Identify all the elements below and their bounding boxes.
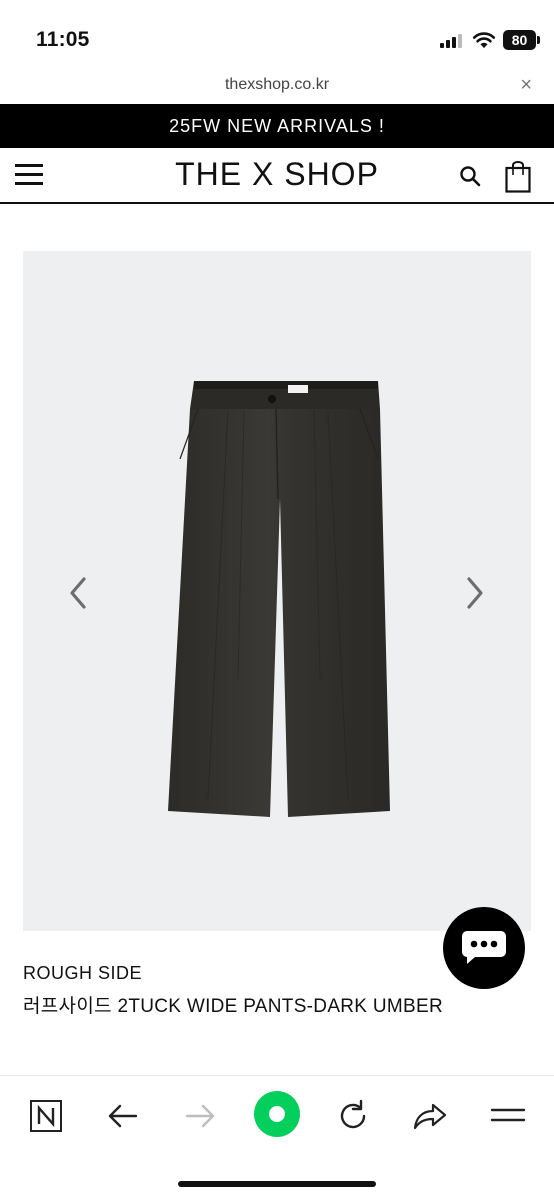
search-icon[interactable]: [459, 165, 481, 187]
next-image-arrow-icon[interactable]: [463, 575, 487, 611]
battery-icon: 80: [503, 30, 540, 50]
back-icon[interactable]: [103, 1096, 143, 1136]
product-name[interactable]: 러프사이드 2TUCK WIDE PANTS-DARK UMBER: [23, 991, 443, 1018]
forward-icon: [185, 1104, 215, 1128]
chat-button[interactable]: [443, 907, 525, 989]
url-text[interactable]: thexshop.co.kr: [0, 76, 554, 94]
green-dot-icon[interactable]: [254, 1091, 300, 1137]
home-indicator: [178, 1181, 376, 1187]
product-image[interactable]: [23, 251, 531, 931]
menu-icon[interactable]: [488, 1096, 528, 1136]
product-pants-image: [168, 381, 390, 817]
chat-bubble-icon: [462, 931, 506, 964]
status-bar: 11:05 80: [0, 0, 554, 70]
previous-image-arrow-icon[interactable]: [66, 575, 90, 611]
browser-url-bar[interactable]: thexshop.co.kr ×: [0, 70, 554, 104]
shopping-bag-icon[interactable]: [505, 161, 531, 193]
close-icon[interactable]: ×: [520, 74, 532, 97]
wifi-icon: [472, 32, 496, 48]
site-header: THE X SHOP: [0, 148, 554, 204]
refresh-icon[interactable]: [333, 1096, 373, 1136]
announcement-banner[interactable]: 25FW NEW ARRIVALS !: [0, 104, 554, 148]
cellular-signal-icon: [440, 34, 464, 48]
status-time: 11:05: [36, 28, 90, 51]
naver-icon[interactable]: [26, 1096, 66, 1136]
product-brand[interactable]: ROUGH SIDE: [23, 963, 142, 984]
share-icon[interactable]: [410, 1096, 450, 1136]
